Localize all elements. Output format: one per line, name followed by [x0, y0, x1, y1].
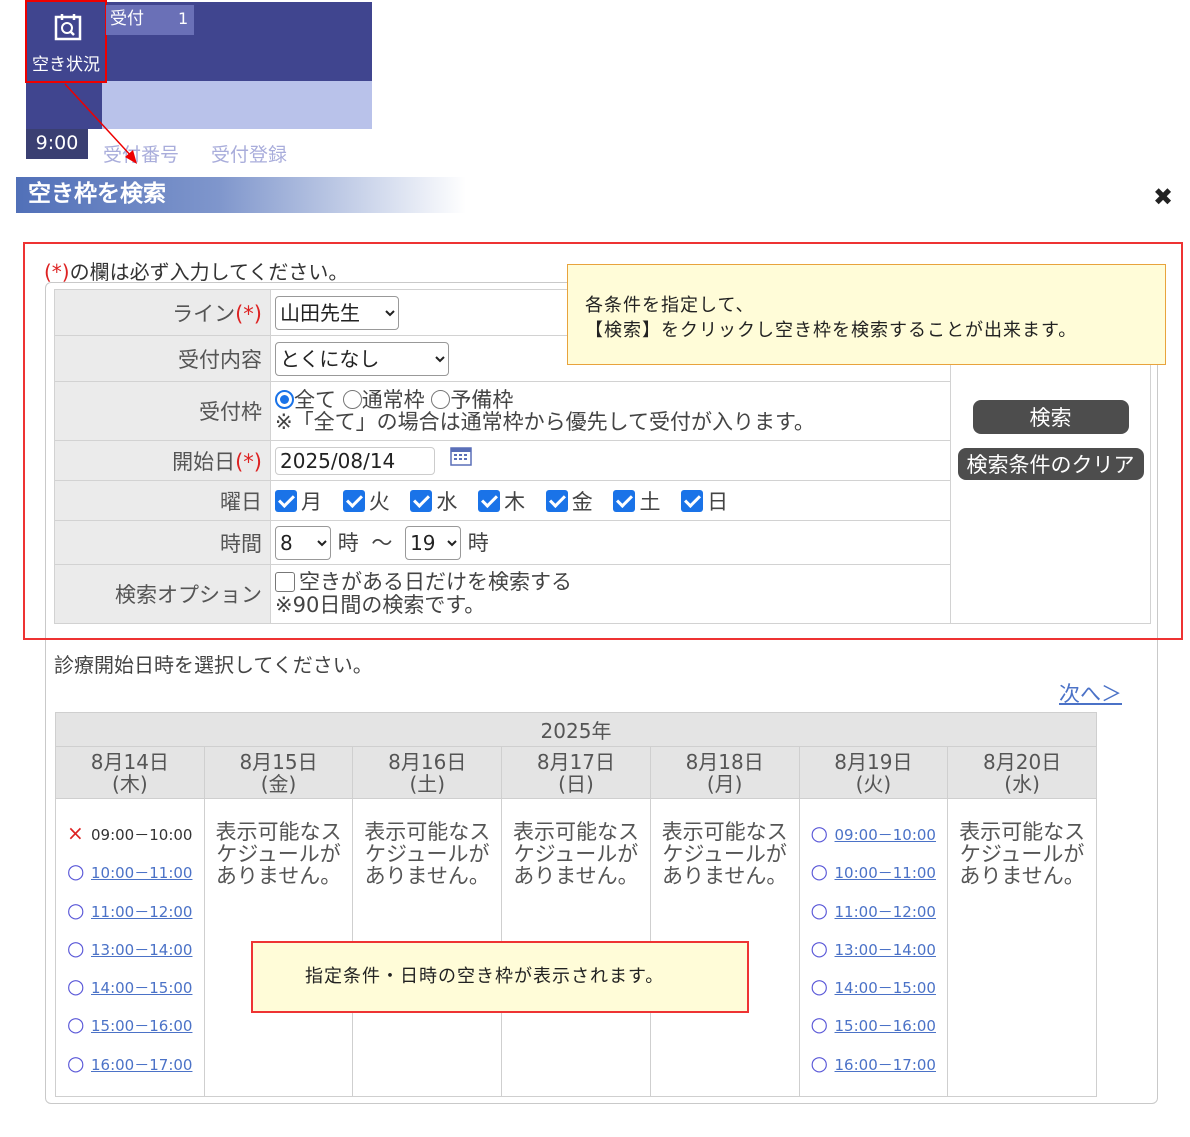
day-header: 8月20日 (水): [947, 746, 1097, 799]
vacancy-status-button[interactable]: 空き状況: [25, 0, 107, 83]
no-schedule-text: 表示可能なス ケジュールが ありません。: [959, 820, 1086, 888]
available-icon: ○: [67, 974, 85, 999]
day-header: 8月19日 (火): [798, 746, 949, 799]
day-header: 8月17日 (日): [501, 746, 651, 799]
next-link[interactable]: 次へ＞: [1059, 678, 1122, 708]
slot-available[interactable]: ○ 13:00－14:00: [801, 936, 947, 974]
slot-available[interactable]: ○ 13:00－14:00: [57, 936, 203, 974]
tab-reception-count: 1: [178, 9, 189, 28]
slot-available[interactable]: ○ 14:00－15:00: [57, 974, 203, 1012]
slot-full: × 09:00－10:00: [67, 821, 193, 845]
available-icon: ○: [810, 1050, 828, 1075]
slot-available[interactable]: ○ 16:00－17:00: [57, 1051, 203, 1089]
slot-available[interactable]: ○ 15:00－16:00: [57, 1012, 203, 1050]
time-label: 9:00: [26, 129, 88, 159]
reception-number-link[interactable]: 受付番号: [103, 140, 179, 167]
slot-available[interactable]: ○ 16:00－17:00: [801, 1051, 947, 1089]
reception-register-link[interactable]: 受付登録: [211, 140, 287, 167]
no-schedule-text: 表示可能なス ケジュールが ありません。: [512, 820, 639, 888]
no-schedule-text: 表示可能なス ケジュールが ありません。: [215, 820, 342, 888]
top-panel-left-strip: [26, 81, 102, 129]
year-header: 2025年: [55, 712, 1097, 747]
slot-available[interactable]: ○ 10:00－11:00: [57, 859, 203, 897]
schedule-intro: 診療開始日時を選択してください。: [54, 653, 373, 677]
available-icon: ○: [810, 974, 828, 999]
dialog-title: 空き枠を検索: [16, 177, 466, 213]
callout-search-instruction: 各条件を指定して、 【検索】をクリックし空き枠を検索することが出来ます。: [567, 264, 1166, 365]
available-icon: ○: [67, 1012, 85, 1037]
available-icon: ○: [810, 859, 828, 884]
day-cell-0814: × 09:00－10:00 ○ 10:00－11:00 ○ 11:00－12:00 ○…: [55, 798, 205, 1097]
callout-result-explanation: 指定条件・日時の空き枠が表示されます。: [251, 941, 749, 1013]
calendar-search-icon: [54, 14, 82, 41]
available-icon: ○: [67, 859, 85, 884]
day-cell-0820: 表示可能なス ケジュールが ありません。: [947, 798, 1097, 1097]
available-icon: ○: [810, 821, 828, 845]
close-icon[interactable]: ✖: [1153, 183, 1173, 211]
slot-available[interactable]: ○ 15:00－16:00: [801, 1012, 947, 1050]
available-icon: ○: [810, 897, 828, 922]
day-header: 8月15日 (金): [203, 746, 354, 799]
callout-line-1: 各条件を指定して、: [585, 295, 755, 316]
day-header: 8月16日 (土): [352, 746, 503, 799]
day-cell-0819: ○ 09:00－10:00 ○ 10:00－11:00 ○ 11:00－12:00 ○…: [798, 798, 949, 1097]
available-icon: ○: [67, 1050, 85, 1075]
tab-reception[interactable]: 受付 1: [106, 5, 194, 35]
slot-available[interactable]: ○ 09:00－10:00: [801, 821, 947, 859]
no-schedule-text: 表示可能なス ケジュールが ありません。: [364, 820, 491, 888]
day-header: 8月14日 (木): [55, 746, 205, 799]
tab-reception-label: 受付: [110, 9, 144, 29]
no-schedule-text: 表示可能なス ケジュールが ありません。: [661, 820, 788, 888]
available-icon: ○: [67, 897, 85, 922]
callout-line-2: 【検索】をクリックし空き枠を検索することが出来ます。: [585, 320, 1078, 341]
vacancy-status-label: 空き状況: [32, 55, 100, 75]
available-icon: ○: [810, 935, 828, 960]
slot-available[interactable]: ○ 14:00－15:00: [801, 974, 947, 1012]
schedule-table: 2025年 8月14日 (木) 8月15日 (金) 8月16日 (土) 8月17日 (日…: [55, 712, 1097, 1097]
unavailable-icon: ×: [67, 821, 84, 845]
day-header: 8月18日 (月): [649, 746, 800, 799]
slot-available[interactable]: ○ 11:00－12:00: [57, 898, 203, 936]
available-icon: ○: [810, 1012, 828, 1037]
slot-available[interactable]: ○ 11:00－12:00: [801, 898, 947, 936]
slot-available[interactable]: ○ 10:00－11:00: [801, 859, 947, 897]
available-icon: ○: [67, 935, 85, 960]
